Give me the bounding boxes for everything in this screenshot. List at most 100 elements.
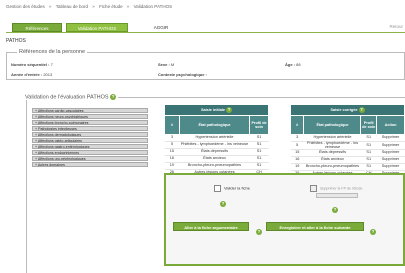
valider-checkbox[interactable] xyxy=(214,185,221,192)
row-profil: S1 xyxy=(249,134,269,142)
row-profil: S1 xyxy=(249,162,269,170)
saisie-initiale-title: Saisie initiale ? xyxy=(164,104,269,116)
help-icon[interactable]: ? xyxy=(110,94,117,100)
age-value: 88 xyxy=(296,62,301,67)
breadcrumb-gestion[interactable]: Gestion des études xyxy=(6,4,45,9)
validation-legend: Validation de l'évaluation PATHOS ? xyxy=(23,94,119,101)
table-row: 15 États dépressifs S1 xyxy=(164,148,269,156)
motif-select[interactable] xyxy=(316,193,358,198)
row-profil: S1 xyxy=(249,141,269,149)
table-row: 15 États dépressifs S1 Supprimer xyxy=(290,149,405,158)
row-etat: Phlébites - lymphoedème - ins veineuse xyxy=(303,141,361,151)
row-number: 19 xyxy=(164,162,180,170)
breadcrumb-fiche[interactable]: Fiche étude xyxy=(99,4,123,9)
table-row: 19 Broncho-pleuro-pneumopathies S1 xyxy=(164,162,269,170)
row-profil: S1 xyxy=(249,148,269,156)
row-etat: États anxieux xyxy=(303,156,361,165)
age-label: Âge : xyxy=(285,62,295,67)
valider-row: Valider la fiche xyxy=(214,185,250,192)
annee-label: Année d'entrée : xyxy=(11,72,43,77)
row-number: 19 xyxy=(290,163,304,172)
row-number: 15 xyxy=(290,149,304,158)
tree-item-uro[interactable]: + Affections uro-néphrologiques xyxy=(32,156,148,161)
argumentaire-help: ? xyxy=(256,223,262,241)
fiche-argumentaire-button[interactable]: Aller à la fiche argumentaire xyxy=(173,222,249,231)
col-profil: Profil de soin xyxy=(360,115,377,135)
row-etat: Hypertension artérielle xyxy=(179,134,250,142)
supprimer-row: Supprimer la FP de l'étude xyxy=(310,185,362,192)
table-row: 19 Broncho-pleuro-pneumopathies S1 Supprime… xyxy=(290,163,405,172)
row-number: 5 xyxy=(164,141,180,149)
supprimer-checkbox[interactable] xyxy=(310,185,317,192)
breadcrumb-tableau[interactable]: Tableau de bord xyxy=(56,4,88,9)
breadcrumb: Gestion des études » Tableau de bord » F… xyxy=(6,0,405,14)
help-icon[interactable]: ? xyxy=(332,206,338,213)
row-action[interactable]: Supprimer xyxy=(376,163,405,172)
row-action[interactable]: Supprimer xyxy=(376,134,405,142)
annee-value: 2013 xyxy=(43,72,53,77)
row-etat: Broncho-pleuro-pneumopathies xyxy=(179,162,250,170)
row-action[interactable]: Supprimer xyxy=(376,149,405,158)
row-number: 16 xyxy=(164,155,180,163)
enregistrer-help: ? xyxy=(370,223,376,241)
help-icon[interactable]: ? xyxy=(370,228,376,235)
person-references-panel: Références de la personne Numéro séquent… xyxy=(6,49,405,80)
back-link[interactable]: Retour xyxy=(389,24,403,29)
table-row: 5 Phlébites - lymphoedème - ins veineuse S… xyxy=(290,141,405,151)
table-row: 3 Hypertension artérielle S1 xyxy=(164,134,269,142)
tab-validation-pathos[interactable]: Validation PATHOS xyxy=(66,23,128,32)
valider-help: ? xyxy=(220,195,226,213)
breadcrumb-current: Validation PATHOS xyxy=(133,4,173,9)
valider-label: Valider la fiche xyxy=(224,185,250,191)
tab-references[interactable]: Références xyxy=(12,23,62,32)
tree-item-gastro[interactable]: + Affections gastro-entérologiques xyxy=(32,144,148,149)
row-etat: États dépressifs xyxy=(179,148,250,156)
col-number: # xyxy=(289,115,305,135)
tree-item-dermato[interactable]: + Affections dermatologiques xyxy=(32,132,148,137)
row-profil: S1 xyxy=(360,134,377,142)
help-icon[interactable]: ? xyxy=(220,200,226,207)
tab-bar: Références Validation PATHOS AGGIR xyxy=(6,23,405,33)
help-icon[interactable]: ? xyxy=(256,228,262,235)
contexte-label: Contexte psychologique : xyxy=(158,72,207,77)
help-icon[interactable]: ? xyxy=(358,107,365,113)
row-number: 15 xyxy=(164,148,180,156)
sexe-value: M xyxy=(170,62,175,67)
table-row: 16 États anxieux S1 xyxy=(164,155,269,163)
breadcrumb-separator: » xyxy=(49,4,52,9)
tree-item-autres[interactable]: + Autres domaines xyxy=(32,162,148,167)
person-legend: Références de la personne xyxy=(17,49,88,55)
row-number: 16 xyxy=(290,156,304,165)
tree-item-neuro[interactable]: + Affections neuro-psychiatriques xyxy=(32,114,148,119)
row-etat: Phlébites - lymphoedème - ins veineuse xyxy=(179,141,250,149)
section-title: PATHOS xyxy=(6,38,26,44)
tree-item-broncho[interactable]: + Affections broncho-pulmonaires xyxy=(32,120,148,125)
validation-legend-text: Validation de l'évaluation PATHOS xyxy=(25,94,109,101)
enregistrer-suivante-button[interactable]: Enregistrer et aller à la fiche suivante xyxy=(266,222,364,231)
breadcrumb-separator: » xyxy=(126,4,130,9)
row-profil: S1 xyxy=(249,155,269,163)
row-action[interactable]: Supprimer xyxy=(376,156,405,165)
supprimer-label: Supprimer la FP de l'étude xyxy=(320,186,363,191)
tree-item-cardio[interactable]: + Affections cardio-vasculaires xyxy=(32,108,148,113)
table-row: 16 États anxieux S1 Supprimer xyxy=(290,156,405,165)
sexe-label: Sexe : xyxy=(158,62,170,67)
row-profil: S1 xyxy=(360,149,377,158)
col-etat: État pathologique xyxy=(178,115,251,135)
tab-aggir[interactable]: AGGIR xyxy=(146,23,176,32)
row-number: 3 xyxy=(164,134,180,142)
action-panel xyxy=(164,173,405,266)
breadcrumb-separator: » xyxy=(92,4,95,9)
row-etat: États anxieux xyxy=(179,155,250,163)
help-icon[interactable]: ? xyxy=(226,107,233,113)
tree-item-endocrino[interactable]: + Affections endocriniennes xyxy=(32,150,148,155)
saisie-corrigee-title: Saisie corrigée ? xyxy=(290,104,405,116)
row-action[interactable]: Supprimer xyxy=(376,141,405,151)
row-profil: S1 xyxy=(360,163,377,172)
row-profil: S1 xyxy=(360,141,377,151)
row-profil: S1 xyxy=(360,156,377,165)
tree-item-osteo[interactable]: + Affections ostéo-articulaires xyxy=(32,138,148,143)
col-number: # xyxy=(164,115,180,135)
supprimer-help: ? xyxy=(332,201,338,219)
tree-item-infectieuses[interactable]: + Pathologies infectieuses xyxy=(32,126,148,131)
